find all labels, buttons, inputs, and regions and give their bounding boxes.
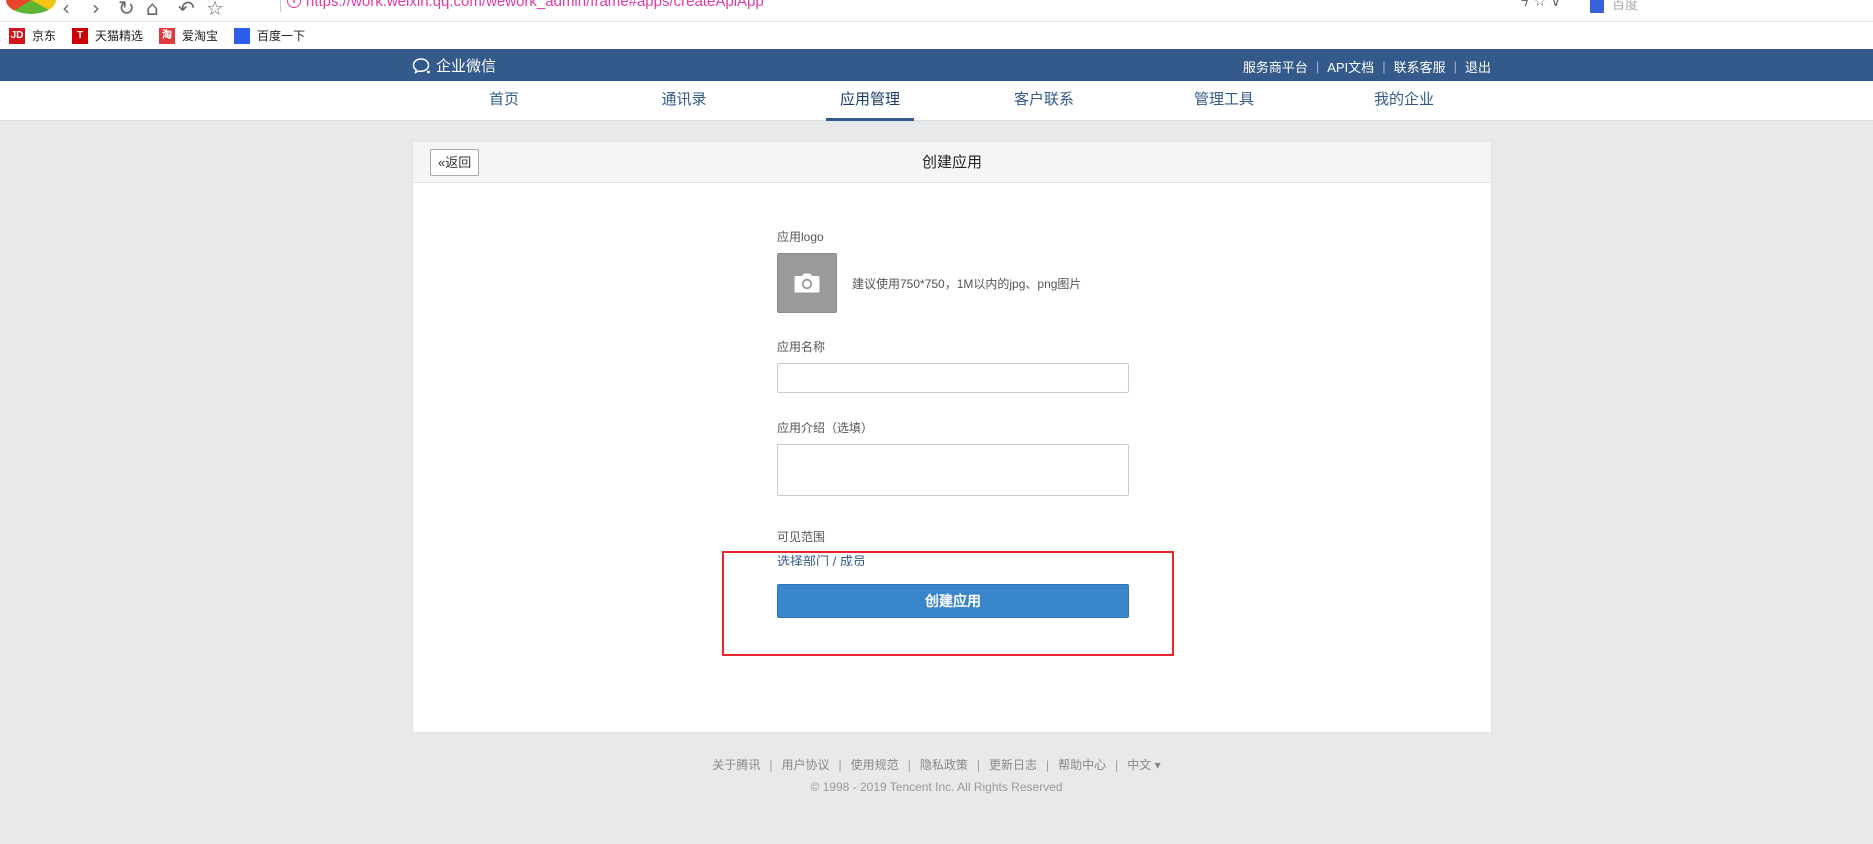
bookmark-item[interactable]: 淘爱淘宝 [159,27,218,44]
header-link[interactable]: 服务商平台 [1243,57,1308,76]
taobao-icon: 淘 [159,27,176,44]
app-name-input[interactable] [777,363,1129,393]
baidu-paw-icon [1590,0,1604,13]
site-info-icon[interactable]: i [287,0,301,8]
brand-logo[interactable]: 企业微信 [412,55,496,76]
intro-label: 应用介绍（选填） [777,421,874,435]
logo-upload-button[interactable] [777,253,837,313]
nav-tab[interactable]: 客户联系 [1000,81,1088,121]
footer-separator: | [907,758,911,772]
browser-address-bar: ‹ › ↻ ⌂ ↶ ☆ i https://work.weixin.qq.com… [0,0,1873,22]
footer-link[interactable]: 用户协议 [782,758,830,772]
scope-label: 可见范围 [777,530,826,544]
wework-logo-icon [412,57,430,74]
page-title: 创建应用 [921,154,982,171]
tmall-icon: T [72,27,89,44]
logo-label: 应用logo [777,230,824,244]
browser-actions[interactable]: ϟ ☆ ∨ [1520,0,1561,10]
home-icon[interactable]: ⌂ [146,0,159,20]
nav-tab[interactable]: 我的企业 [1360,81,1448,121]
bookmarks-bar: JD 京东 T 天猫精选 淘爱淘宝 百度一下 [0,22,1873,49]
footer: 关于腾讯 | 用户协议 | 使用规范 | 隐私政策 | 更新日志 | 帮助中心 | 中文 ▾ © 199… [0,756,1873,794]
nav-tab[interactable]: 管理工具 [1180,81,1268,121]
header-link[interactable]: API文档 [1327,57,1374,76]
nav-tab[interactable]: 应用管理 [826,81,914,121]
footer-link[interactable]: 中文 ▾ [1127,758,1160,772]
undo-icon[interactable]: ↶ [178,0,195,20]
top-bar: 企业微信 服务商平台 | API文档 | 联系客服 | 退出 [0,49,1873,81]
bookmark-label: 百度一下 [257,29,306,43]
footer-separator: | [838,758,842,772]
nav-tab[interactable]: 首页 [460,81,548,121]
header-link[interactable]: 联系客服 [1394,57,1446,76]
bookmark-label: 爱淘宝 [182,29,219,43]
footer-link[interactable]: 关于腾讯 [712,758,760,772]
jd-icon: JD [9,27,25,44]
search-engine-box[interactable]: 百度 [1590,0,1638,13]
footer-separator: | [769,758,773,772]
highlight-box [722,551,1174,656]
back-icon[interactable]: ‹ [62,0,70,20]
link-separator: | [1382,59,1386,74]
bookmark-label: 天猫精选 [95,29,144,43]
nav-tab[interactable]: 通讯录 [640,81,728,121]
back-label: 返回 [445,155,472,170]
copyright: © 1998 - 2019 Tencent Inc. All Rights Re… [810,780,1063,794]
baidu-icon [234,27,251,44]
browser-logo-icon [6,0,56,14]
footer-link[interactable]: 帮助中心 [1058,758,1106,772]
footer-separator: | [1115,758,1119,772]
footer-link[interactable]: 使用规范 [851,758,899,772]
bookmark-item[interactable]: JD 京东 [9,27,56,44]
header-link[interactable]: 退出 [1465,57,1491,76]
link-separator: | [1453,59,1457,74]
camera-icon [794,273,820,293]
address-input[interactable]: https://work.weixin.qq.com/wework_admin/… [306,0,764,10]
app-intro-textarea[interactable] [777,444,1129,496]
header-links: 服务商平台 | API文档 | 联系客服 | 退出 [1243,57,1491,76]
toolbar-divider [280,0,281,12]
forward-icon[interactable]: › [92,0,100,20]
bookmark-item[interactable]: T 天猫精选 [72,27,143,44]
link-separator: | [1315,59,1320,74]
footer-separator: | [976,758,980,772]
footer-link[interactable]: 隐私政策 [920,758,968,772]
logo-hint: 建议使用750*750，1M以内的jpg、png图片 [852,276,1082,291]
brand-name: 企业微信 [436,58,497,75]
panel-header: «返回 创建应用 [413,142,1491,183]
star-icon[interactable]: ☆ [206,0,224,20]
footer-links: 关于腾讯 | 用户协议 | 使用规范 | 隐私政策 | 更新日志 | 帮助中心 | 中文 ▾ [0,756,1873,773]
footer-link[interactable]: 更新日志 [989,758,1037,772]
refresh-icon[interactable]: ↻ [118,0,135,20]
bookmark-item[interactable]: 百度一下 [234,27,305,44]
name-label: 应用名称 [777,340,826,354]
footer-separator: | [1045,758,1050,772]
main-nav: 首页 通讯录 应用管理 客户联系 管理工具 我的企业 [0,81,1873,121]
logo-upload-row: 建议使用750*750，1M以内的jpg、png图片 [777,253,1129,313]
back-button[interactable]: «返回 [430,149,480,176]
search-engine-label: 百度 [1612,0,1639,12]
bookmark-label: 京东 [32,29,57,43]
